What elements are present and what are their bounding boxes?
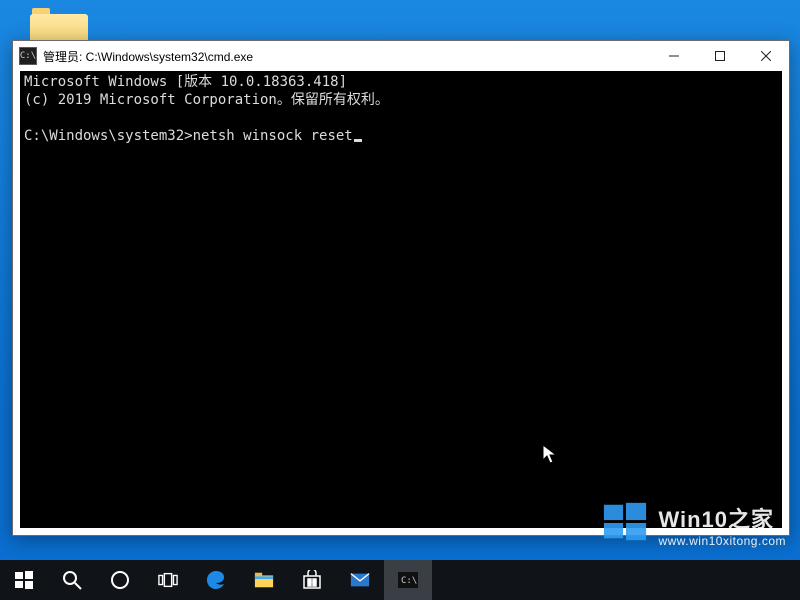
edge-button[interactable] xyxy=(192,560,240,600)
desktop: C:\ 管理员: C:\Windows\system32\cmd.exe Mic… xyxy=(0,0,800,600)
store-button[interactable] xyxy=(288,560,336,600)
terminal-command: netsh winsock reset xyxy=(193,128,353,144)
start-button[interactable] xyxy=(0,560,48,600)
svg-text:C:\: C:\ xyxy=(401,576,417,586)
taskview-button[interactable] xyxy=(144,560,192,600)
windows-logo-icon xyxy=(602,499,648,550)
cmd-task-button[interactable]: C:\ xyxy=(384,560,432,600)
minimize-button[interactable] xyxy=(651,41,697,71)
watermark-url: www.win10xitong.com xyxy=(658,534,786,548)
mail-button[interactable] xyxy=(336,560,384,600)
cursor xyxy=(354,139,362,142)
window-controls xyxy=(651,41,789,71)
terminal-output[interactable]: Microsoft Windows [版本 10.0.18363.418] (c… xyxy=(20,71,782,528)
cortana-button[interactable] xyxy=(96,560,144,600)
close-button[interactable] xyxy=(743,41,789,71)
mouse-pointer-icon xyxy=(542,444,560,466)
cmd-window: C:\ 管理员: C:\Windows\system32\cmd.exe Mic… xyxy=(12,40,790,536)
window-title: 管理员: C:\Windows\system32\cmd.exe xyxy=(43,48,253,65)
maximize-button[interactable] xyxy=(697,41,743,71)
cmd-icon: C:\ xyxy=(19,47,37,65)
terminal-line: (c) 2019 Microsoft Corporation。保留所有权利。 xyxy=(24,92,389,108)
titlebar[interactable]: C:\ 管理员: C:\Windows\system32\cmd.exe xyxy=(13,41,789,71)
search-button[interactable] xyxy=(48,560,96,600)
watermark: Win10之家 www.win10xitong.com xyxy=(602,499,786,550)
window-client: Microsoft Windows [版本 10.0.18363.418] (c… xyxy=(14,71,788,534)
watermark-title: Win10之家 xyxy=(658,502,786,534)
explorer-button[interactable] xyxy=(240,560,288,600)
taskbar: C:\ xyxy=(0,560,800,600)
terminal-line: Microsoft Windows [版本 10.0.18363.418] xyxy=(24,74,347,90)
terminal-prompt: C:\Windows\system32> xyxy=(24,128,193,144)
